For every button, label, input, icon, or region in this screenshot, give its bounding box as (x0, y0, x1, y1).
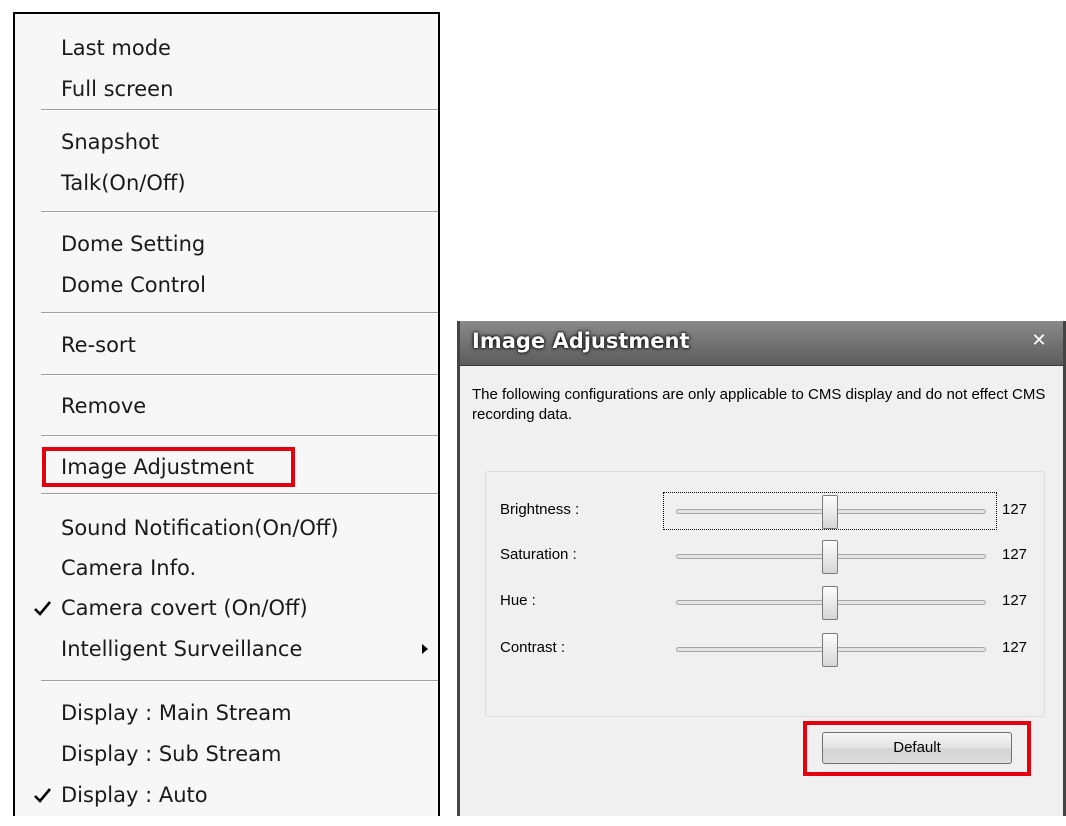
menu-item-label: Display : Auto (61, 783, 208, 807)
menu-item-sound-notification[interactable]: Sound Notification(On/Off) (15, 509, 438, 547)
menu-item-label: Display : Main Stream (61, 701, 292, 725)
menu-item-camera-info[interactable]: Camera Info. (15, 549, 438, 587)
contrast-slider-thumb[interactable] (822, 633, 839, 667)
menu-item-label: Dome Control (61, 273, 206, 297)
saturation-slider-thumb[interactable] (822, 540, 839, 574)
saturation-value: 127 (1002, 546, 1028, 563)
checkmark-icon (30, 589, 56, 627)
hue-row: Hue : 127 (486, 582, 1044, 622)
menu-item-full-screen[interactable]: Full screen (15, 70, 438, 108)
menu-separator (41, 493, 438, 495)
menu-item-label: Camera Info. (61, 556, 197, 580)
dialog-titlebar[interactable]: Image Adjustment ✕ (460, 321, 1063, 366)
menu-item-label: Re-sort (61, 333, 136, 357)
menu-item-display-auto[interactable]: Display : Auto (15, 776, 438, 814)
menu-item-label: Remove (61, 394, 147, 418)
menu-separator (41, 211, 438, 213)
menu-item-label: Intelligent Surveillance (61, 637, 303, 661)
close-icon[interactable]: ✕ (1026, 329, 1052, 353)
brightness-label: Brightness : (500, 501, 580, 518)
menu-item-display-sub-stream[interactable]: Display : Sub Stream (15, 735, 438, 773)
menu-item-talk[interactable]: Talk(On/Off) (15, 164, 438, 202)
menu-item-display-main-stream[interactable]: Display : Main Stream (15, 694, 438, 732)
menu-item-label: Dome Setting (61, 232, 206, 256)
menu-separator (41, 374, 438, 376)
contrast-label: Contrast : (500, 639, 566, 656)
menu-item-camera-covert[interactable]: Camera covert (On/Off) (15, 589, 438, 627)
contrast-value: 127 (1002, 639, 1028, 656)
hue-value: 127 (1002, 592, 1028, 609)
menu-separator (41, 109, 438, 111)
image-adjustment-dialog: Image Adjustment ✕ The following configu… (457, 321, 1066, 816)
dialog-title: Image Adjustment (472, 329, 690, 353)
brightness-value: 127 (1002, 501, 1028, 518)
menu-item-last-mode[interactable]: Last mode (15, 29, 438, 67)
menu-item-label: Snapshot (61, 130, 160, 154)
menu-item-label: Full screen (61, 77, 174, 101)
context-menu: Last mode Full screen Snapshot Talk(On/O… (13, 12, 440, 816)
hue-slider-thumb[interactable] (822, 586, 839, 620)
brightness-slider-thumb[interactable] (822, 495, 839, 529)
menu-item-label: Last mode (61, 36, 171, 60)
saturation-label: Saturation : (500, 546, 577, 563)
menu-item-label: Sound Notification(On/Off) (61, 516, 339, 540)
menu-item-label: Camera covert (On/Off) (61, 596, 308, 620)
menu-item-intelligent-surveillance[interactable]: Intelligent Surveillance (15, 630, 438, 668)
checkmark-icon (30, 776, 56, 814)
submenu-arrow-icon (422, 644, 428, 654)
menu-separator (41, 680, 438, 682)
highlight-box (42, 447, 295, 487)
dialog-description: The following configurations are only ap… (472, 386, 1046, 423)
contrast-row: Contrast : 127 (486, 629, 1044, 669)
menu-item-snapshot[interactable]: Snapshot (15, 123, 438, 161)
menu-item-dome-control[interactable]: Dome Control (15, 266, 438, 304)
menu-item-re-sort[interactable]: Re-sort (15, 326, 438, 364)
menu-separator (41, 312, 438, 314)
brightness-row: Brightness : 127 (486, 491, 1044, 531)
menu-item-label: Talk(On/Off) (61, 171, 186, 195)
default-button[interactable]: Default (822, 732, 1012, 764)
hue-label: Hue : (500, 592, 536, 609)
menu-separator (41, 435, 438, 437)
slider-group: Brightness : 127 Saturation : 127 Hue : … (485, 471, 1045, 717)
menu-item-remove[interactable]: Remove (15, 387, 438, 425)
menu-item-dome-setting[interactable]: Dome Setting (15, 225, 438, 263)
menu-item-label: Display : Sub Stream (61, 742, 282, 766)
saturation-row: Saturation : 127 (486, 536, 1044, 576)
